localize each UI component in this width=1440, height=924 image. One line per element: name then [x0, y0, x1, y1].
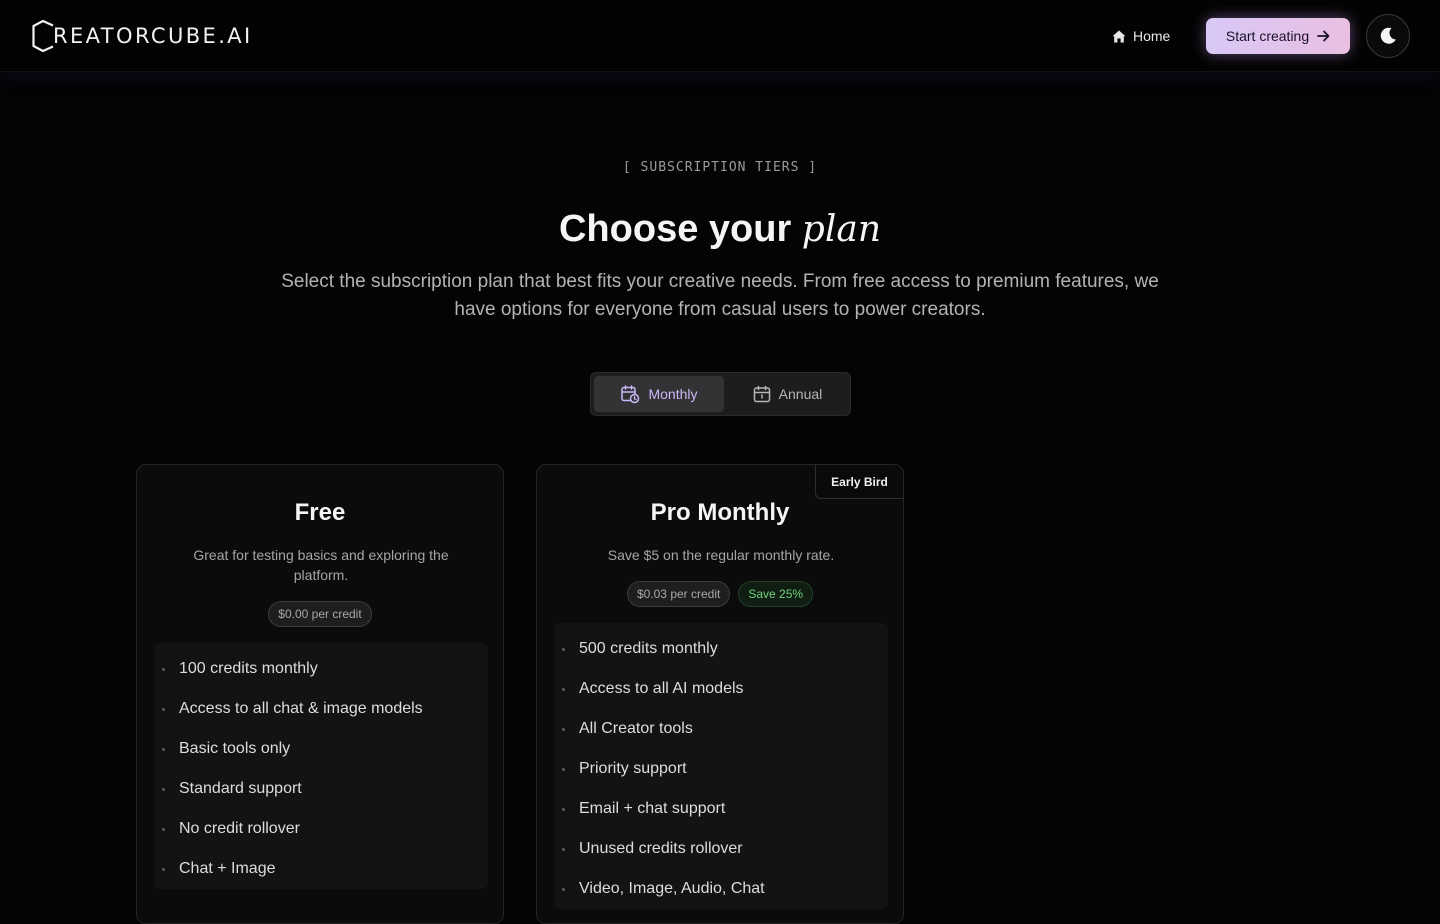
nav-home-label: Home [1133, 28, 1171, 44]
plan-feature-list: 500 credits monthly Access to all AI mod… [554, 623, 888, 909]
page-subtitle: Select the subscription plan that best f… [281, 271, 1159, 320]
plan-card-pro-monthly: Early Bird Pro Monthly Save $5 on the re… [536, 464, 904, 924]
bullet-icon [562, 887, 565, 891]
feature-text: Standard support [179, 780, 302, 797]
list-item: Standard support [154, 769, 488, 809]
feature-text: Access to all AI models [579, 680, 744, 697]
feature-text: Unused credits rollover [579, 840, 743, 857]
arrow-right-icon [1317, 30, 1330, 42]
nav-home-link[interactable]: Home [1112, 22, 1170, 50]
bullet-icon [562, 727, 565, 731]
feature-text: Basic tools only [179, 740, 291, 757]
list-item: 500 credits monthly [554, 629, 888, 669]
list-item: All Creator tools [554, 709, 888, 749]
plan-description: Save $5 on the regular monthly rate. [607, 547, 835, 563]
theme-toggle-button[interactable] [1366, 14, 1410, 58]
calendar-icon [753, 385, 770, 403]
list-item: Unused credits rollover [554, 829, 888, 869]
bullet-icon [162, 787, 165, 791]
price-per-credit-badge: $0.03 per credit [626, 581, 731, 607]
feature-text: Chat + Image [179, 860, 276, 877]
list-item: Priority support [554, 749, 888, 789]
billing-monthly-option[interactable]: Monthly [594, 376, 724, 412]
feature-text: 500 credits monthly [579, 640, 718, 657]
start-creating-button[interactable]: Start creating [1206, 18, 1350, 54]
bullet-icon [162, 827, 165, 831]
calendar-clock-icon [621, 385, 640, 404]
feature-text: All Creator tools [579, 720, 693, 737]
plan-pricing-row: $0.03 per credit Save 25% [537, 581, 903, 607]
home-icon [1112, 30, 1126, 42]
start-creating-label: Start creating [1225, 28, 1310, 44]
list-item: Email + chat support [554, 789, 888, 829]
early-bird-badge: Early Bird [815, 465, 903, 499]
billing-annual-option[interactable]: Annual [728, 376, 847, 412]
savings-badge: Save 25% [738, 581, 814, 607]
feature-text: Video, Image, Audio, Chat [579, 880, 765, 897]
feature-text: No credit rollover [179, 820, 300, 837]
bullet-icon [162, 747, 165, 751]
price-per-credit-badge: $0.00 per credit [268, 601, 372, 627]
list-item: 100 credits monthly [154, 649, 488, 689]
bullet-icon [562, 647, 565, 651]
feature-text: 100 credits monthly [179, 660, 318, 677]
list-item: Chat + Image [154, 849, 488, 889]
bullet-icon [562, 847, 565, 851]
list-item: Access to all chat & image models [154, 689, 488, 729]
plan-name: Free [294, 499, 346, 526]
bullet-icon [162, 667, 165, 671]
moon-icon [1380, 27, 1396, 44]
list-item: Basic tools only [154, 729, 488, 769]
bullet-icon [562, 807, 565, 811]
list-item: Access to all AI models [554, 669, 888, 709]
page-title-main: Choose your [558, 208, 792, 250]
list-item: No credit rollover [154, 809, 488, 849]
page-title: Choose your plan [0, 208, 1440, 251]
list-item: Video, Image, Audio, Chat [554, 869, 888, 909]
billing-period-toggle: Monthly Annual [590, 372, 851, 416]
billing-annual-label: Annual [778, 386, 823, 402]
page-title-emphasis: plan [801, 209, 882, 250]
logo[interactable]: REATORCUBE.AI [32, 20, 253, 52]
bullet-icon [162, 867, 165, 871]
billing-monthly-label: Monthly [648, 386, 698, 402]
plan-pricing-row: $0.00 per credit [137, 601, 503, 627]
plan-card-free: Free Great for testing basics and explor… [136, 464, 504, 924]
feature-text: Priority support [579, 760, 687, 777]
bullet-icon [562, 767, 565, 771]
top-nav-bar: REATORCUBE.AI Home Start creating [0, 0, 1440, 72]
section-eyebrow: [ SUBSCRIPTION TIERS ] [622, 160, 818, 175]
logo-text: REATORCUBE.AI [53, 24, 253, 48]
plan-description: Great for testing basics and exploring t… [193, 547, 449, 583]
bullet-icon [162, 707, 165, 711]
feature-text: Access to all chat & image models [179, 700, 423, 717]
plan-name: Pro Monthly [650, 499, 790, 526]
plan-feature-list: 100 credits monthly Access to all chat &… [154, 643, 488, 889]
bullet-icon [562, 687, 565, 691]
feature-text: Email + chat support [579, 800, 726, 817]
